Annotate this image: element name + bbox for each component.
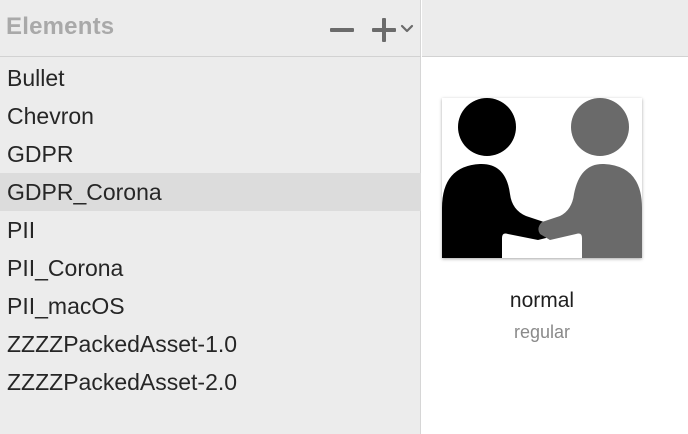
remove-button[interactable] (328, 16, 356, 44)
add-button[interactable] (370, 16, 398, 44)
list-item[interactable]: ZZZZPackedAsset-2.0 (0, 363, 421, 401)
list-item[interactable]: PII_macOS (0, 287, 421, 325)
list-item[interactable]: PII_Corona (0, 249, 421, 287)
list-item[interactable]: ZZZZPackedAsset-1.0 (0, 325, 421, 363)
add-menu-button[interactable] (399, 22, 415, 36)
minus-icon (330, 28, 354, 32)
element-list: Bullet Chevron GDPR GDPR_Corona PII PII_Coron… (0, 59, 421, 401)
appearance-name: normal (509, 289, 575, 312)
sidebar-title: Elements (6, 13, 115, 40)
image-preview[interactable] (442, 98, 642, 258)
list-item[interactable]: PII (0, 211, 421, 249)
list-item[interactable]: Chevron (0, 97, 421, 135)
list-item[interactable]: GDPR_Corona (0, 173, 421, 211)
sidebar-header: Elements (0, 0, 421, 57)
handshake-icon (442, 98, 642, 258)
list-item[interactable]: GDPR (0, 135, 421, 173)
sidebar: Elements Bullet Chevron GDPR GDPR_Corona PII… (0, 0, 421, 434)
chevron-down-icon (400, 24, 414, 33)
list-item[interactable]: Bullet (0, 59, 421, 97)
appearance-weight: regular (513, 322, 571, 342)
preview-header (422, 0, 688, 57)
